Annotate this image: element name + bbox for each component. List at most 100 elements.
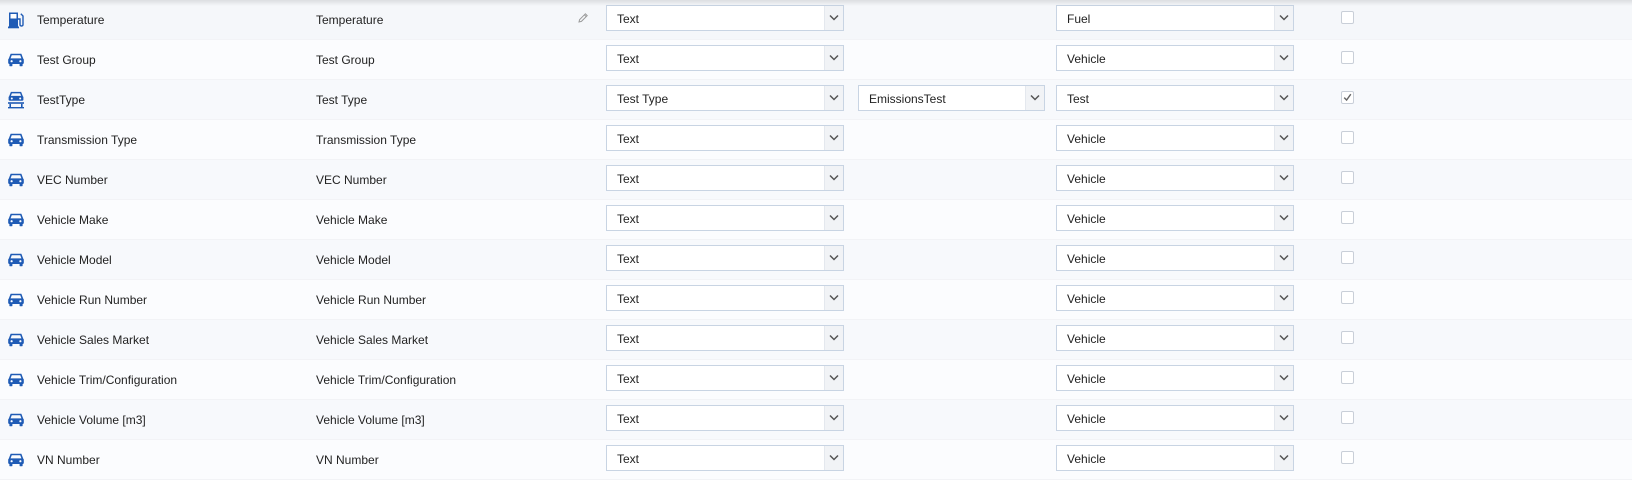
category-select-value: Fuel — [1067, 12, 1091, 26]
chevron-down-icon[interactable] — [824, 366, 843, 390]
row-checkbox[interactable] — [1341, 371, 1354, 384]
row-checkbox[interactable] — [1341, 11, 1354, 24]
type-select[interactable]: Text — [606, 325, 844, 351]
display-label-field: Test Group — [306, 46, 591, 72]
chevron-down-icon[interactable] — [1274, 286, 1293, 310]
table-row: Temperature Temperature Text Fuel — [0, 0, 1632, 40]
chevron-down-icon[interactable] — [1274, 46, 1293, 70]
attribute-name: TestType — [37, 93, 86, 107]
display-label-field: Vehicle Make — [306, 206, 591, 232]
type-select[interactable]: Text — [606, 165, 844, 191]
chevron-down-icon[interactable] — [1274, 206, 1293, 230]
chevron-down-icon[interactable] — [824, 46, 843, 70]
car-icon — [7, 171, 25, 189]
chevron-down-icon[interactable] — [1274, 6, 1293, 30]
chevron-down-icon[interactable] — [1274, 126, 1293, 150]
chevron-down-icon[interactable] — [1274, 86, 1293, 110]
row-checkbox[interactable] — [1341, 451, 1354, 464]
category-select[interactable]: Vehicle — [1056, 205, 1294, 231]
category-select-value: Vehicle — [1067, 452, 1106, 466]
chevron-down-icon[interactable] — [824, 166, 843, 190]
category-select[interactable]: Vehicle — [1056, 285, 1294, 311]
chevron-down-icon[interactable] — [824, 286, 843, 310]
type-select[interactable]: Text — [606, 285, 844, 311]
row-checkbox[interactable] — [1341, 211, 1354, 224]
chevron-down-icon[interactable] — [1274, 446, 1293, 470]
chevron-down-icon[interactable] — [1274, 366, 1293, 390]
chevron-down-icon[interactable] — [1274, 326, 1293, 350]
display-label: Temperature — [316, 13, 384, 27]
attribute-name: Vehicle Make — [37, 213, 109, 227]
category-select[interactable]: Vehicle — [1056, 45, 1294, 71]
type-select-value: Text — [617, 292, 640, 306]
chevron-down-icon[interactable] — [824, 126, 843, 150]
row-checkbox[interactable] — [1341, 51, 1354, 64]
type-select-value: Text — [617, 12, 640, 26]
type-select-value: Text — [617, 252, 640, 266]
category-select[interactable]: Vehicle — [1056, 405, 1294, 431]
display-label: Vehicle Sales Market — [316, 333, 429, 347]
chevron-down-icon[interactable] — [824, 86, 843, 110]
category-select[interactable]: Fuel — [1056, 5, 1294, 31]
category-select-value: Vehicle — [1067, 412, 1106, 426]
chevron-down-icon[interactable] — [824, 206, 843, 230]
type-select-value: Test Type — [617, 92, 669, 106]
chevron-down-icon[interactable] — [824, 326, 843, 350]
row-checkbox[interactable] — [1341, 291, 1354, 304]
type-select-value: Text — [617, 412, 640, 426]
type-select[interactable]: Text — [606, 125, 844, 151]
type-select[interactable]: Text — [606, 405, 844, 431]
row-checkbox[interactable] — [1341, 411, 1354, 424]
category-select[interactable]: Vehicle — [1056, 365, 1294, 391]
category-select[interactable]: Vehicle — [1056, 325, 1294, 351]
table-row: Vehicle Make Vehicle Make Text Vehicle — [0, 200, 1632, 240]
display-label-field: Vehicle Sales Market — [306, 326, 591, 352]
type-select[interactable]: Text — [606, 365, 844, 391]
row-checkbox[interactable] — [1341, 131, 1354, 144]
attribute-grid: Temperature Temperature Text Fuel Test Group… — [0, 0, 1632, 480]
type-select[interactable]: Text — [606, 205, 844, 231]
type-select[interactable]: Text — [606, 45, 844, 71]
category-select[interactable]: Vehicle — [1056, 445, 1294, 471]
display-label-field: VN Number — [306, 446, 591, 472]
chevron-down-icon[interactable] — [1025, 86, 1044, 110]
table-row: TestType Test Type Test Type EmissionsTest T… — [0, 80, 1632, 120]
category-select[interactable]: Vehicle — [1056, 125, 1294, 151]
category-select[interactable]: Vehicle — [1056, 165, 1294, 191]
type-select-value: Text — [617, 172, 640, 186]
display-label-field[interactable]: Temperature — [306, 6, 591, 32]
car-icon — [7, 291, 25, 309]
category-select-value: Vehicle — [1067, 132, 1106, 146]
display-label-field: VEC Number — [306, 166, 591, 192]
attribute-name: Vehicle Sales Market — [37, 333, 150, 347]
type-select[interactable]: Text — [606, 5, 844, 31]
chevron-down-icon[interactable] — [1274, 406, 1293, 430]
row-checkbox[interactable] — [1341, 91, 1354, 104]
chevron-down-icon[interactable] — [824, 246, 843, 270]
category-select[interactable]: Vehicle — [1056, 245, 1294, 271]
car-icon — [7, 451, 25, 469]
chevron-down-icon[interactable] — [1274, 246, 1293, 270]
chevron-down-icon[interactable] — [824, 406, 843, 430]
row-checkbox[interactable] — [1341, 251, 1354, 264]
row-checkbox[interactable] — [1341, 171, 1354, 184]
type-select-value: Text — [617, 52, 640, 66]
attribute-name: Test Group — [37, 53, 96, 67]
car-icon — [7, 251, 25, 269]
attribute-name: Vehicle Model — [37, 253, 112, 267]
chevron-down-icon[interactable] — [824, 446, 843, 470]
table-row: Vehicle Trim/Configuration Vehicle Trim/C… — [0, 360, 1632, 400]
category-select[interactable]: Test — [1056, 85, 1294, 111]
type-select[interactable]: Test Type — [606, 85, 844, 111]
pencil-icon[interactable] — [577, 12, 589, 24]
subtype-select[interactable]: EmissionsTest — [858, 85, 1045, 111]
chevron-down-icon[interactable] — [1274, 166, 1293, 190]
display-label-field: Vehicle Trim/Configuration — [306, 366, 591, 392]
type-select[interactable]: Text — [606, 445, 844, 471]
row-checkbox[interactable] — [1341, 331, 1354, 344]
display-label-field: Vehicle Model — [306, 246, 591, 272]
display-label: Vehicle Model — [316, 253, 391, 267]
chevron-down-icon[interactable] — [824, 6, 843, 30]
car-icon — [7, 411, 25, 429]
type-select[interactable]: Text — [606, 245, 844, 271]
